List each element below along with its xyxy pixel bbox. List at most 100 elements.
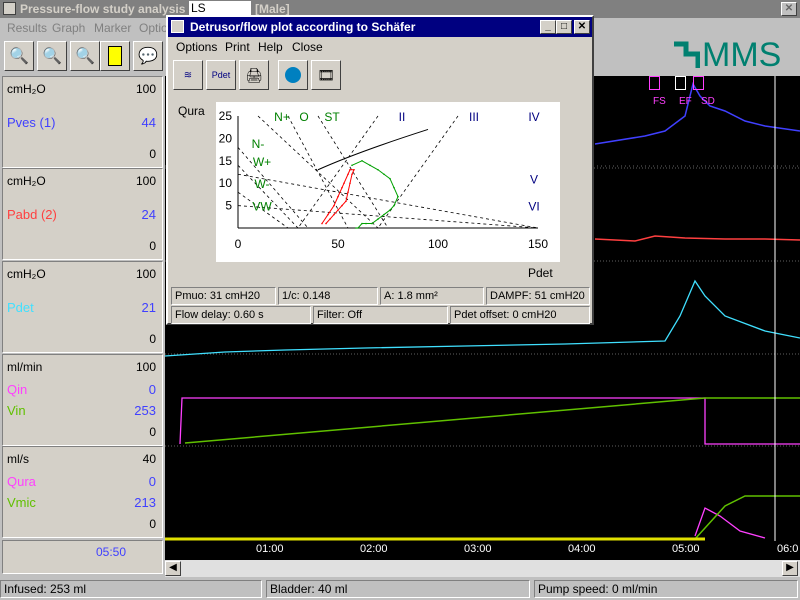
menu-graph[interactable]: Graph xyxy=(52,21,85,35)
y-tick-label: 20 xyxy=(219,131,233,145)
scroll-right-icon[interactable]: ▶ xyxy=(782,561,798,576)
dialog-toolbar: ≋ Pdet 🖨 🎞 xyxy=(168,57,592,93)
channel-panel-pdet: cmH₂O 100 Pdet 21 0 xyxy=(2,261,163,353)
channel-unit: cmH₂O xyxy=(7,267,46,281)
dialog-menu-options[interactable]: Options xyxy=(176,40,217,54)
zone-line xyxy=(237,147,309,229)
zone-line xyxy=(297,115,379,229)
data-point xyxy=(351,173,353,176)
channel-name-2[interactable]: Vin xyxy=(7,403,26,418)
data-point xyxy=(353,168,355,171)
menu-results[interactable]: Results xyxy=(7,21,47,35)
channel-value-1: 0 xyxy=(148,474,156,489)
channel-name[interactable]: Pdet xyxy=(7,300,34,315)
pdet-axis-button[interactable]: Pdet xyxy=(206,60,236,90)
channel-unit: cmH₂O xyxy=(7,82,46,96)
zoom-fit-button[interactable]: 🔍 xyxy=(4,41,34,71)
menu-options[interactable]: Optio xyxy=(139,21,168,35)
print-button[interactable]: 🖨 xyxy=(239,60,269,90)
chart-xlabel: Pdet xyxy=(528,266,553,280)
data-point xyxy=(357,227,359,229)
vin-trace xyxy=(184,397,800,444)
help-button[interactable] xyxy=(278,60,308,90)
data-point xyxy=(329,218,331,220)
brand-logo: MMS xyxy=(702,36,782,74)
marker-sd[interactable]: SD xyxy=(701,96,715,107)
data-point xyxy=(333,213,335,216)
channel-name-1[interactable]: Qura xyxy=(7,474,36,489)
zone-label: III xyxy=(469,110,479,124)
data-point xyxy=(333,204,335,207)
channel-name[interactable]: Pves (1) xyxy=(7,115,55,130)
qura-axis-button[interactable]: ≋ xyxy=(173,60,203,90)
zone-label: VW xyxy=(252,200,272,214)
zoom-icon: 🔍 xyxy=(9,48,29,65)
close-icon[interactable]: ✕ xyxy=(574,20,590,34)
gender-label: [Male] xyxy=(255,2,290,16)
marker-box[interactable] xyxy=(649,76,660,90)
channel-panel-qin-vin: ml/min 100 Qin 0 Vin 253 0 xyxy=(2,354,163,446)
time-axis: 01:00 02:00 03:00 04:00 05:00 06:0 xyxy=(165,541,800,560)
data-point xyxy=(347,191,349,193)
zone-label: W- xyxy=(254,177,269,191)
data-point xyxy=(361,160,363,162)
horizontal-scrollbar[interactable]: ◀ ▶ xyxy=(165,560,800,577)
time-tick: 04:00 xyxy=(568,543,596,555)
channel-panel-pves: cmH₂O 100 Pves (1) 44 0 xyxy=(2,76,163,168)
dialog-menu-close[interactable]: Close xyxy=(292,40,323,54)
channel-name-1[interactable]: Qin xyxy=(7,382,27,397)
dialog-title-bar[interactable]: Detrusor/flow plot according to Schäfer … xyxy=(168,17,592,37)
pves-trace xyxy=(594,82,800,145)
x-tick-label: 100 xyxy=(428,237,448,251)
marker-box[interactable] xyxy=(675,76,686,90)
channel-value: 44 xyxy=(141,115,156,130)
channel-max: 100 xyxy=(135,82,156,96)
data-point xyxy=(327,213,329,216)
data-point xyxy=(377,218,379,220)
time-tick: 05:00 xyxy=(672,543,700,555)
channel-name-2[interactable]: Vmic xyxy=(7,495,36,510)
marker-box[interactable] xyxy=(693,76,704,90)
channel-max: 100 xyxy=(135,360,156,374)
channels-icon xyxy=(108,46,122,66)
y-tick-label: 15 xyxy=(219,154,233,168)
field-flow-delay: Flow delay: 0.60 s xyxy=(171,306,311,324)
data-point xyxy=(325,222,327,225)
patient-field: LS xyxy=(189,1,251,16)
channel-value-2: 253 xyxy=(134,403,156,418)
maximize-icon[interactable]: □ xyxy=(556,20,572,34)
zoom-out-button[interactable]: 🔍 xyxy=(37,41,67,71)
channel-name[interactable]: Pabd (2) xyxy=(7,207,57,222)
schafer-plot-dialog: Detrusor/flow plot according to Schäfer … xyxy=(166,15,594,325)
channel-max: 100 xyxy=(135,174,156,188)
scroll-left-icon[interactable]: ◀ xyxy=(165,561,181,576)
data-point xyxy=(345,200,347,202)
channel-zero: 0 xyxy=(149,425,156,439)
channels-button[interactable] xyxy=(100,41,130,71)
marker-ef[interactable]: EF xyxy=(679,96,692,107)
x-tick-label: 0 xyxy=(235,237,242,251)
zoom-in-button[interactable]: 🔍 xyxy=(70,41,100,71)
marker-fs[interactable]: FS xyxy=(653,96,666,107)
zoom-in-icon: 🔍 xyxy=(75,48,95,65)
time-tick: 02:00 xyxy=(360,543,388,555)
menu-marker[interactable]: Marker xyxy=(94,21,131,35)
zone-label: VI xyxy=(528,200,539,214)
data-point xyxy=(321,222,323,225)
field-pdet-offset: Pdet offset: 0 cmH20 xyxy=(450,306,590,324)
comment-button[interactable]: 💬 xyxy=(133,41,163,71)
minimize-icon[interactable]: _ xyxy=(540,20,556,34)
y-tick-label: 10 xyxy=(219,176,233,190)
flow-chart-icon: ≋ xyxy=(183,69,193,81)
close-window-icon[interactable]: ✕ xyxy=(781,2,797,16)
channel-unit: ml/s xyxy=(7,452,29,466)
film-button[interactable]: 🎞 xyxy=(311,60,341,90)
data-point xyxy=(383,173,385,176)
channel-value: 21 xyxy=(141,300,156,315)
field-filter: Filter: Off xyxy=(313,306,448,324)
dialog-menu-print[interactable]: Print xyxy=(225,40,250,54)
data-point xyxy=(341,204,343,207)
time-tick: 06:0 xyxy=(777,543,799,555)
time-readout: 05:50 xyxy=(96,545,127,559)
dialog-menu-help[interactable]: Help xyxy=(258,40,283,54)
